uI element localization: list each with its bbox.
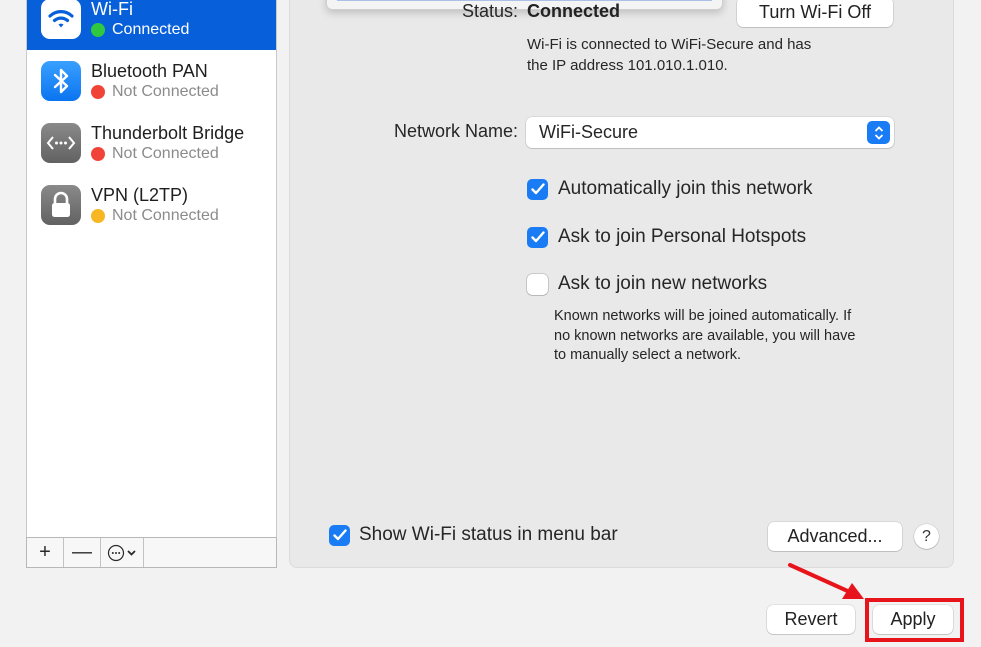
remove-service-button[interactable]: — [64, 538, 101, 567]
status-label: Status: [461, 1, 518, 21]
help-button[interactable]: ? [914, 524, 939, 549]
service-name: VPN (L2TP) [91, 185, 189, 205]
network-name-label: Network Name: [393, 121, 518, 141]
service-list-toolbar: + — [26, 537, 277, 568]
status-description-line: Wi-Fi is connected to WiFi-Secure and ha… [527, 36, 812, 53]
advanced-button[interactable]: Advanced... [768, 522, 902, 551]
personal-hotspots-checkbox[interactable] [527, 226, 548, 248]
note-line: to manually select a network. [554, 347, 741, 363]
service-status: Not Connected [91, 206, 219, 226]
status-value: Connected [527, 1, 621, 21]
annotation-arrow-icon [788, 563, 864, 599]
thunderbolt-bridge-icon [41, 123, 81, 163]
apply-highlight-box [865, 598, 964, 642]
network-service-list: Wi-Fi Connected Bluetooth PAN Not Connec… [26, 0, 277, 539]
service-status: Not Connected [91, 82, 219, 102]
service-status-text: Not Connected [112, 145, 219, 162]
auto-join-checkbox-row[interactable]: Automatically join this network [527, 178, 813, 200]
wifi-icon [41, 0, 81, 39]
network-name-value: WiFi-Secure [539, 122, 639, 142]
network-name-select[interactable]: WiFi-Secure [526, 117, 894, 148]
status-dot-red [91, 147, 105, 161]
status-dot-yellow [91, 209, 105, 223]
service-name: Bluetooth PAN [91, 61, 208, 81]
status-description-line: the IP address 101.010.1.010. [527, 57, 728, 74]
turn-wifi-off-button[interactable]: Turn Wi-Fi Off [737, 0, 893, 27]
service-status: Not Connected [91, 144, 244, 164]
personal-hotspots-checkbox-row[interactable]: Ask to join Personal Hotspots [527, 226, 806, 248]
personal-hotspots-label: Ask to join Personal Hotspots [558, 226, 807, 247]
service-item-vpn-l2tp[interactable]: VPN (L2TP) Not Connected [27, 174, 276, 236]
show-status-checkbox[interactable] [329, 524, 350, 546]
service-status-text: Connected [112, 21, 190, 38]
status-dot-green [91, 23, 105, 37]
service-status-text: Not Connected [112, 83, 219, 100]
service-item-bluetooth-pan[interactable]: Bluetooth PAN Not Connected [27, 50, 276, 112]
ellipsis-circle-icon [107, 544, 136, 561]
new-networks-checkbox[interactable] [527, 273, 548, 295]
service-item-wifi[interactable]: Wi-Fi Connected [27, 0, 276, 50]
revert-button[interactable]: Revert [767, 605, 855, 634]
service-status-text: Not Connected [112, 207, 219, 224]
new-networks-checkbox-row[interactable]: Ask to join new networks [527, 273, 767, 295]
service-item-thunderbolt-bridge[interactable]: Thunderbolt Bridge Not Connected [27, 112, 276, 174]
add-service-button[interactable]: + [27, 538, 64, 567]
auto-join-label: Automatically join this network [558, 178, 813, 199]
service-status: Connected [91, 20, 189, 40]
action-menu-button[interactable] [101, 538, 144, 567]
show-status-label: Show Wi-Fi status in menu bar [359, 524, 618, 545]
chevron-up-down-icon [867, 121, 890, 144]
service-name: Wi-Fi [91, 0, 133, 19]
known-networks-note: Known networks will be joined automatica… [554, 307, 855, 366]
auto-join-checkbox[interactable] [527, 178, 548, 200]
show-status-checkbox-row[interactable]: Show Wi-Fi status in menu bar [329, 524, 618, 546]
status-dot-red [91, 85, 105, 99]
new-networks-label: Ask to join new networks [558, 273, 768, 294]
lock-icon [41, 185, 81, 225]
note-line: no known networks are available, you wil… [554, 327, 856, 344]
service-name: Thunderbolt Bridge [91, 123, 245, 143]
note-line: Known networks will be joined automatica… [554, 308, 852, 324]
status-description: Wi-Fi is connected to WiFi-Secure and ha… [527, 34, 811, 76]
bluetooth-icon [41, 61, 81, 101]
